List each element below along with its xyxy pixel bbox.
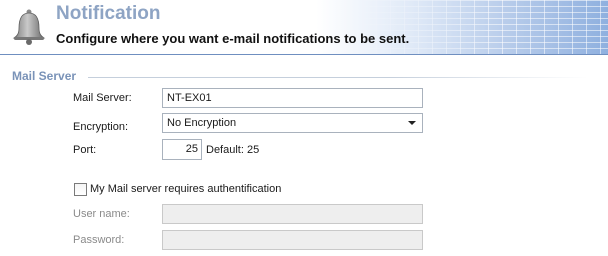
- section-divider: [88, 77, 588, 78]
- mail-server-input[interactable]: [162, 88, 423, 108]
- encryption-label: Encryption:: [73, 121, 129, 133]
- username-label: User name:: [73, 208, 130, 220]
- password-label: Password:: [73, 234, 125, 246]
- port-label: Port:: [73, 144, 97, 156]
- port-default-text: Default: 25: [206, 144, 260, 156]
- encryption-selected-value: No Encryption: [167, 117, 237, 129]
- port-input[interactable]: 25: [162, 139, 202, 160]
- header-banner: Notification Configure where you want e-…: [0, 0, 608, 55]
- username-input[interactable]: [162, 204, 423, 224]
- auth-checkbox-label[interactable]: My Mail server requires authentification: [90, 183, 281, 195]
- bell-icon: [12, 9, 46, 45]
- auth-checkbox[interactable]: [74, 183, 87, 196]
- mail-server-label: Mail Server:: [73, 92, 132, 104]
- header-pattern: [348, 0, 608, 54]
- password-input[interactable]: [162, 230, 423, 250]
- page-title: Notification: [56, 3, 161, 24]
- encryption-dropdown[interactable]: No Encryption: [162, 113, 423, 133]
- page-subtitle: Configure where you want e-mail notifica…: [56, 31, 410, 46]
- section-title-mail-server: Mail Server: [12, 69, 77, 83]
- chevron-down-icon: [408, 121, 416, 125]
